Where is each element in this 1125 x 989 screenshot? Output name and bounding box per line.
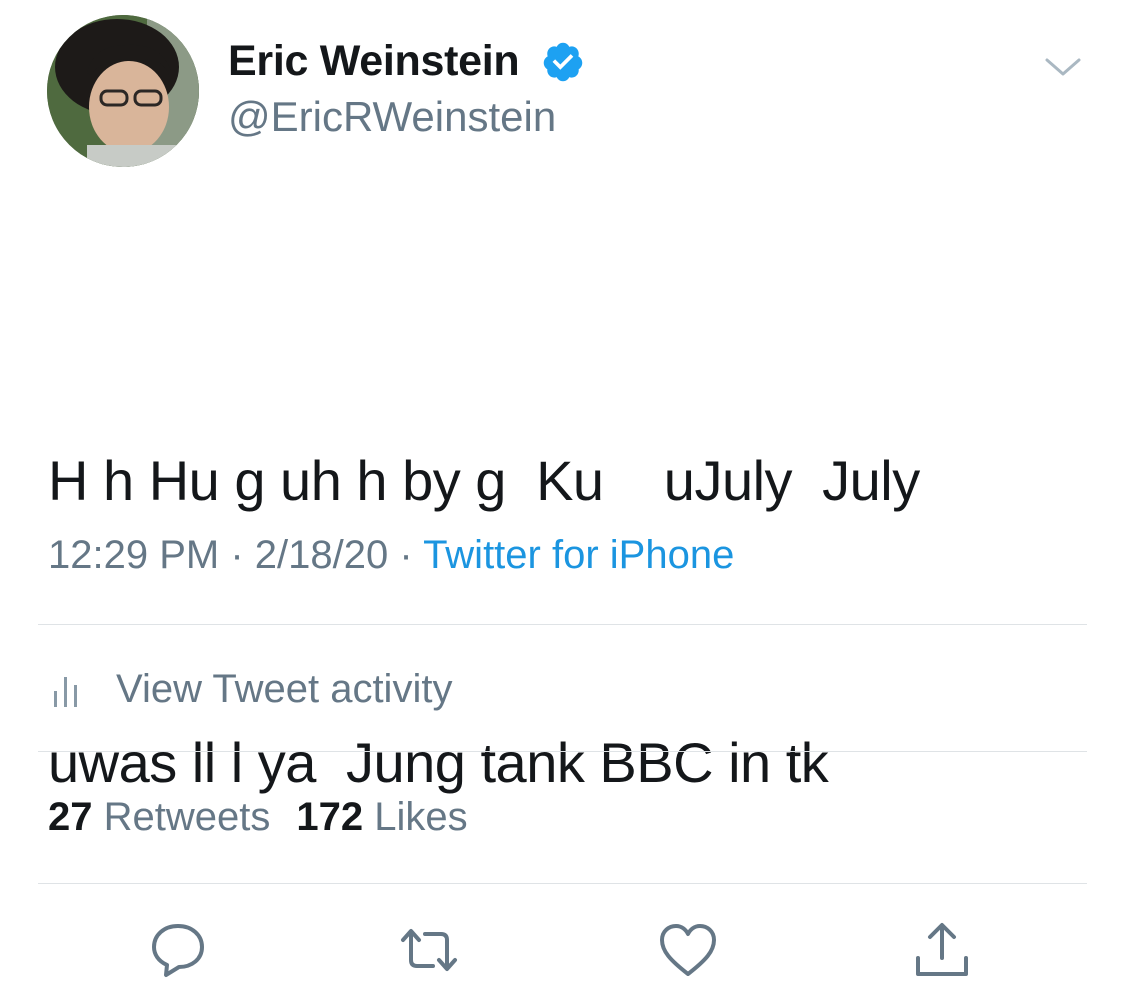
verified-badge-icon (543, 42, 583, 82)
view-tweet-activity-button[interactable]: View Tweet activity (48, 664, 452, 714)
view-tweet-activity-label: View Tweet activity (116, 666, 453, 711)
tweet-meta: 12:29 PM · 2/18/20 · Twitter for iPhone (48, 533, 734, 578)
chevron-down-icon[interactable] (1043, 52, 1083, 82)
avatar[interactable] (47, 15, 199, 167)
retweets-stat[interactable]: 27 Retweets (48, 795, 270, 839)
reply-icon[interactable] (146, 918, 210, 982)
author-display-name[interactable]: Eric Weinstein (228, 37, 520, 86)
tweet-stats: 27 Retweets 172 Likes (48, 795, 468, 840)
share-icon[interactable] (910, 918, 974, 982)
meta-separator: · (219, 533, 255, 577)
likes-label: Likes (374, 795, 468, 839)
retweets-count: 27 (48, 795, 93, 839)
tweet-source-link[interactable]: Twitter for iPhone (423, 533, 734, 577)
divider (38, 624, 1087, 625)
meta-separator: · (388, 533, 424, 577)
divider (38, 751, 1087, 752)
likes-count: 172 (296, 795, 364, 839)
author-handle[interactable]: @EricRWeinstein (228, 93, 556, 141)
retweet-icon[interactable] (397, 918, 461, 982)
divider (38, 883, 1087, 884)
retweets-label: Retweets (103, 795, 271, 839)
tweet-date: 2/18/20 (254, 533, 389, 577)
tweet-time: 12:29 PM (48, 533, 220, 577)
bar-chart-icon (54, 677, 77, 707)
heart-icon[interactable] (656, 918, 720, 982)
likes-stat[interactable]: 172 Likes (296, 795, 467, 839)
tweet-text-line: H h Hu g uh h by g Ku uJuly July (48, 449, 920, 512)
